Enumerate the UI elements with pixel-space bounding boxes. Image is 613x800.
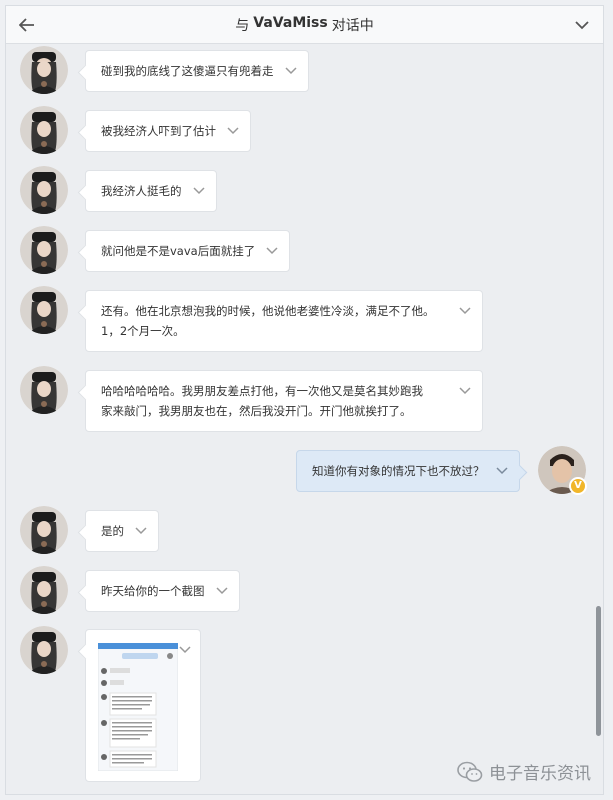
message-bubble[interactable]: 碰到我的底线了这傻逼只有兜着走 <box>85 50 309 92</box>
wechat-icon <box>457 761 483 782</box>
message-bubble[interactable]: 是的 <box>85 510 159 552</box>
avatar[interactable] <box>20 166 68 214</box>
avatar[interactable] <box>20 626 68 674</box>
message-text: 被我经济人吓到了估计 <box>101 124 216 138</box>
avatar[interactable] <box>20 566 68 614</box>
chat-window: 与 VaVaMiss 对话中 碰到我的底线了这傻逼只有兜着走 被我经济人吓到了估… <box>5 5 604 795</box>
message-bubble[interactable]: 昨天给你的一个截图 <box>85 570 240 612</box>
message-bubble[interactable]: 还有。他在北京想泡我的时候，他说他老婆性冷淡，满足不了他。 1，2个月一次。 <box>85 290 483 352</box>
outgoing-message-bubble[interactable]: 知道你有对象的情况下也不放过？ <box>296 450 520 492</box>
message-bubble[interactable]: 被我经济人吓到了估计 <box>85 110 251 152</box>
chevron-down-icon[interactable] <box>178 642 192 656</box>
watermark-text: 电子音乐资讯 <box>489 764 591 784</box>
chevron-down-icon[interactable] <box>215 583 229 597</box>
watermark: 电子音乐资讯 <box>457 759 591 784</box>
message-text-line: 1，2个月一次。 <box>101 324 185 338</box>
message-text: 是的 <box>101 524 124 538</box>
back-arrow-icon[interactable] <box>16 14 38 36</box>
chevron-down-icon[interactable] <box>284 63 298 77</box>
title-prefix: 与 <box>235 17 250 34</box>
message-text: 碰到我的底线了这傻逼只有兜着走 <box>101 64 274 78</box>
message-text: 就问他是不是vava后面就挂了 <box>101 244 256 258</box>
message-text-line: 还有。他在北京想泡我的时候，他说他老婆性冷淡，满足不了他。 <box>101 304 435 318</box>
message-text-line: 家来敲门，我男朋友也在，然后我没开门。开门他就挨打了。 <box>101 404 412 418</box>
chevron-down-icon[interactable] <box>265 243 279 257</box>
contact-name: VaVaMiss <box>253 14 328 31</box>
chevron-down-icon[interactable] <box>134 523 148 537</box>
chevron-down-icon[interactable] <box>571 14 593 36</box>
verified-badge-icon: V <box>569 477 587 495</box>
message-bubble[interactable]: 哈哈哈哈哈哈。我男朋友差点打他，有一次他又是莫名其妙跑我 家来敲门，我男朋友也在… <box>85 370 483 432</box>
chat-header: 与 VaVaMiss 对话中 <box>6 6 603 44</box>
screenshot-thumbnail-image[interactable] <box>98 643 178 771</box>
chevron-down-icon[interactable] <box>458 303 472 317</box>
avatar[interactable] <box>20 366 68 414</box>
avatar[interactable] <box>20 46 68 94</box>
message-text: 昨天给你的一个截图 <box>101 584 205 598</box>
title-suffix: 对话中 <box>331 17 374 34</box>
chevron-down-icon[interactable] <box>458 383 472 397</box>
avatar[interactable] <box>20 506 68 554</box>
message-text-line: 哈哈哈哈哈哈。我男朋友差点打他，有一次他又是莫名其妙跑我 <box>101 384 423 398</box>
avatar[interactable] <box>20 106 68 154</box>
message-text: 知道你有对象的情况下也不放过？ <box>312 464 485 478</box>
scrollbar[interactable] <box>596 606 601 736</box>
chat-title: 与 VaVaMiss 对话中 <box>235 15 373 35</box>
chevron-down-icon[interactable] <box>495 463 509 477</box>
message-text: 我经济人挺毛的 <box>101 184 182 198</box>
chevron-down-icon[interactable] <box>192 183 206 197</box>
message-bubble[interactable]: 就问他是不是vava后面就挂了 <box>85 230 291 272</box>
avatar[interactable] <box>20 226 68 274</box>
image-message[interactable] <box>85 629 201 782</box>
chevron-down-icon[interactable] <box>226 123 240 137</box>
message-bubble[interactable]: 我经济人挺毛的 <box>85 170 217 212</box>
avatar[interactable] <box>20 286 68 334</box>
